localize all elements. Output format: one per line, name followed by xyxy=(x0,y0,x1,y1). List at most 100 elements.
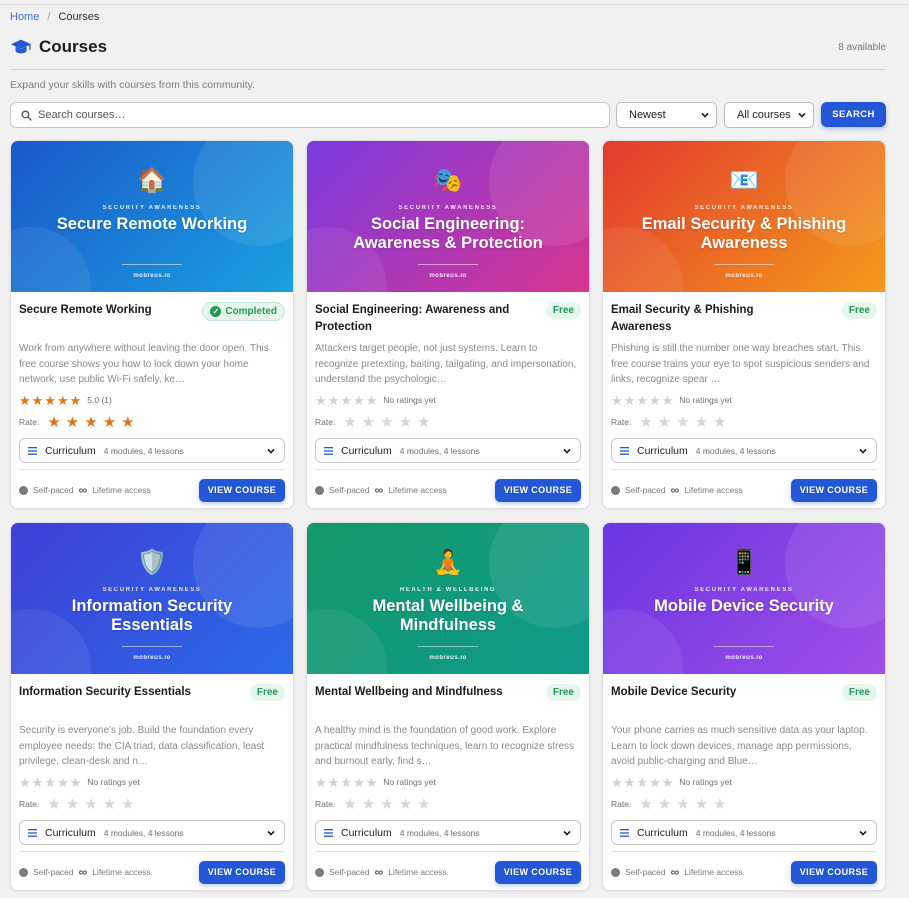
curriculum-dropdown[interactable]: Curriculum 4 modules, 4 lessons xyxy=(315,820,581,845)
banner-brand: mobreus.io xyxy=(429,655,467,661)
rate-star-icon[interactable]: ★ xyxy=(399,797,412,812)
rate-star-icon[interactable]: ★ xyxy=(362,797,375,812)
rate-star-icon[interactable]: ★ xyxy=(658,415,671,430)
course-banner[interactable]: 🧘 HEALTH & WELLBEING Mental Wellbeing & … xyxy=(307,523,589,674)
rate-star-icon[interactable]: ★ xyxy=(639,797,652,812)
curriculum-dropdown[interactable]: Curriculum 4 modules, 4 lessons xyxy=(611,820,877,845)
course-title: Information Security Essentials xyxy=(19,686,191,698)
rating-stars: ★ ★ ★ ★ ★ xyxy=(611,776,673,789)
course-emoji-icon: 🧘 xyxy=(433,549,463,576)
course-banner[interactable]: 🛡️ SECURITY AWARENESS Information Securi… xyxy=(11,523,293,674)
rate-star-icon[interactable]: ★ xyxy=(66,415,79,430)
list-icon xyxy=(620,828,629,837)
rate-star-icon[interactable]: ★ xyxy=(417,415,430,430)
clock-icon xyxy=(611,867,620,877)
curriculum-dropdown[interactable]: Curriculum 4 modules, 4 lessons xyxy=(19,438,285,463)
rate-star-icon[interactable]: ★ xyxy=(380,415,393,430)
search-button[interactable]: SEARCH xyxy=(821,102,886,127)
star-icon: ★ xyxy=(365,774,378,790)
curriculum-dropdown[interactable]: Curriculum 4 modules, 4 lessons xyxy=(315,438,581,463)
view-course-button[interactable]: VIEW COURSE xyxy=(791,860,877,884)
filter-select[interactable]: All courses xyxy=(724,102,814,128)
self-paced-label: Self-paced xyxy=(33,867,74,877)
course-banner[interactable]: 📧 SECURITY AWARENESS Email Security & Ph… xyxy=(603,141,885,292)
rate-star-icon[interactable]: ★ xyxy=(343,415,356,430)
rate-star-icon[interactable]: ★ xyxy=(695,415,708,430)
course-banner[interactable]: 🏠 SECURITY AWARENESS Secure Remote Worki… xyxy=(11,141,293,292)
star-icon: ★ xyxy=(56,392,69,408)
rate-row: Rate: ★ ★ ★ ★ ★ xyxy=(19,414,285,430)
rate-star-icon[interactable]: ★ xyxy=(103,415,116,430)
rate-star-icon[interactable]: ★ xyxy=(676,415,689,430)
card-footer: Self-paced ∞ Lifetime access VIEW COURSE xyxy=(19,478,285,502)
banner-category: SECURITY AWARENESS xyxy=(398,205,498,211)
banner-decoration xyxy=(603,609,683,674)
star-icon: ★ xyxy=(56,774,69,790)
view-course-button[interactable]: VIEW COURSE xyxy=(791,478,877,502)
curriculum-dropdown[interactable]: Curriculum 4 modules, 4 lessons xyxy=(19,820,285,845)
rate-star-icon[interactable]: ★ xyxy=(380,797,393,812)
rate-row: Rate: ★ ★ ★ ★ ★ xyxy=(315,414,581,430)
rating-stars: ★ ★ ★ ★ ★ xyxy=(315,394,377,407)
list-icon xyxy=(28,446,37,455)
rate-star-icon[interactable]: ★ xyxy=(639,415,652,430)
star-icon: ★ xyxy=(365,392,378,408)
star-icon: ★ xyxy=(648,392,661,408)
card-divider xyxy=(611,469,877,470)
view-course-button[interactable]: VIEW COURSE xyxy=(495,478,581,502)
rate-star-icon[interactable]: ★ xyxy=(103,797,116,812)
rate-star-icon[interactable]: ★ xyxy=(399,415,412,430)
course-banner[interactable]: 📱 SECURITY AWARENESS Mobile Device Secur… xyxy=(603,523,885,674)
search-box[interactable] xyxy=(10,102,610,128)
rate-star-icon[interactable]: ★ xyxy=(343,797,356,812)
star-icon: ★ xyxy=(44,774,56,790)
banner-divider xyxy=(714,264,774,265)
rate-label: Rate: xyxy=(315,417,336,427)
page-subtitle: Expand your skills with courses from thi… xyxy=(10,79,255,91)
rate-star-icon[interactable]: ★ xyxy=(658,797,671,812)
rate-star-icon[interactable]: ★ xyxy=(84,797,97,812)
rating-text: No ratings yet xyxy=(383,395,436,405)
rate-star-icon[interactable]: ★ xyxy=(66,797,79,812)
search-input[interactable] xyxy=(38,109,609,121)
rate-star-icon[interactable]: ★ xyxy=(362,415,375,430)
infinity-icon: ∞ xyxy=(670,482,680,497)
star-icon: ★ xyxy=(44,392,56,408)
rating-row: ★ ★ ★ ★ ★ 5.0 (1) xyxy=(19,392,285,408)
curriculum-meta: 4 modules, 4 lessons xyxy=(399,827,480,838)
banner-title: Social Engineering: Awareness & Protecti… xyxy=(353,215,543,252)
rate-star-icon[interactable]: ★ xyxy=(713,415,726,430)
rate-star-icon[interactable]: ★ xyxy=(47,415,60,430)
rate-star-icon[interactable]: ★ xyxy=(713,797,726,812)
status-badge: ✓ Completed xyxy=(202,302,285,321)
chevron-down-icon xyxy=(563,830,571,836)
rate-star-icon[interactable]: ★ xyxy=(121,415,134,430)
rate-label: Rate: xyxy=(611,799,632,809)
rate-star-icon[interactable]: ★ xyxy=(417,797,430,812)
sort-select[interactable]: Newest xyxy=(616,102,717,128)
curriculum-dropdown[interactable]: Curriculum 4 modules, 4 lessons xyxy=(611,438,877,463)
curriculum-meta: 4 modules, 4 lessons xyxy=(399,445,480,456)
filter-selected-value: All courses xyxy=(737,109,791,121)
view-course-button[interactable]: VIEW COURSE xyxy=(495,860,581,884)
course-banner[interactable]: 🎭 SECURITY AWARENESS Social Engineering:… xyxy=(307,141,589,292)
banner-title: Secure Remote Working xyxy=(56,215,248,233)
rate-star-icon[interactable]: ★ xyxy=(84,415,97,430)
chevron-down-icon xyxy=(267,830,275,836)
rate-star-icon[interactable]: ★ xyxy=(695,797,708,812)
card-footer: Self-paced ∞ Lifetime access VIEW COURSE xyxy=(611,860,877,884)
rating-row: ★ ★ ★ ★ ★ No ratings yet xyxy=(611,392,877,408)
rate-star-icon[interactable]: ★ xyxy=(121,797,134,812)
breadcrumb-home-link[interactable]: Home xyxy=(10,11,39,23)
rate-label: Rate: xyxy=(19,799,40,809)
course-meta: Self-paced ∞ Lifetime access xyxy=(315,484,447,496)
course-card: 🧘 HEALTH & WELLBEING Mental Wellbeing & … xyxy=(306,522,590,891)
clock-icon xyxy=(315,867,324,877)
view-course-button[interactable]: VIEW COURSE xyxy=(199,478,285,502)
star-icon: ★ xyxy=(661,774,674,790)
banner-category: SECURITY AWARENESS xyxy=(694,587,794,593)
rate-star-icon[interactable]: ★ xyxy=(676,797,689,812)
rate-star-icon[interactable]: ★ xyxy=(47,797,60,812)
view-course-button[interactable]: VIEW COURSE xyxy=(199,860,285,884)
rating-text: No ratings yet xyxy=(679,395,732,405)
